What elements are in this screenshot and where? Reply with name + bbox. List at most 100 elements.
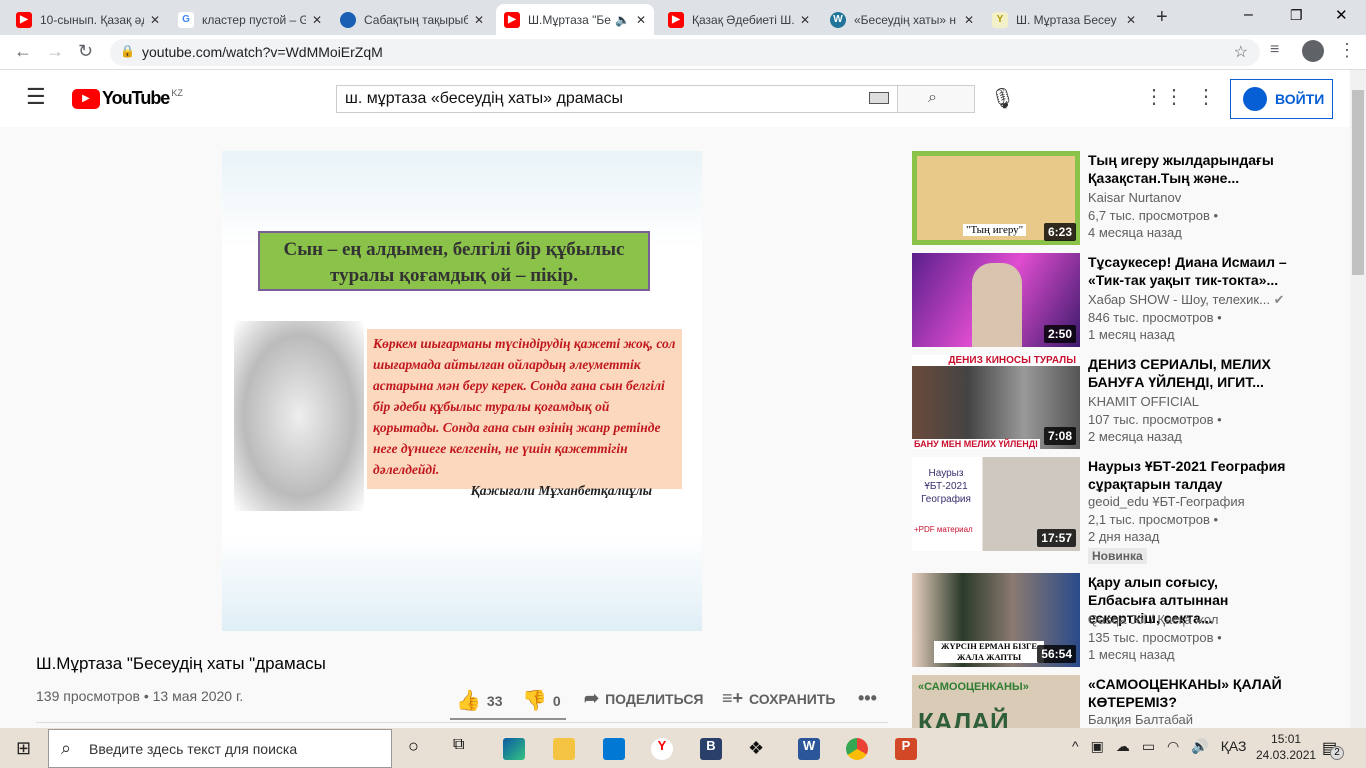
rec-channel[interactable]: Kaisar Nurtanov [1088, 189, 1181, 207]
rec-title[interactable]: ДЕНИЗ СЕРИАЛЫ, МЕЛИХ БАНУҒА ҮЙЛЕНДІ, ИГИ… [1088, 355, 1288, 391]
lock-icon: 🔒 [120, 44, 135, 58]
profile-icon[interactable] [1302, 40, 1324, 62]
share-button[interactable]: ➦ ПОДЕЛИТЬСЯ [584, 688, 704, 709]
tab[interactable]: Gкластер пустой – Google✕ [170, 4, 330, 35]
clock[interactable]: 15:01 24.03.2021 [1256, 731, 1316, 763]
task-view-icon[interactable]: ○ [408, 736, 419, 757]
add-to-playlist-icon: ≡+ [722, 688, 744, 708]
recommended-video[interactable]: ЖҮРСІН ЕРМАН БІЗГЕ ЖАЛА ЖАПТЫ 56:54 Қару … [912, 573, 1352, 673]
rec-channel[interactable]: Хабар SHOW - Шоу, телехик... ✔ [1088, 291, 1285, 309]
timeline-icon[interactable]: ⧉ [453, 736, 464, 754]
apps-grid-icon[interactable]: ⋮⋮ [1144, 84, 1184, 109]
rec-title[interactable]: Наурыз ҰБТ-2021 География сұрақтарын тал… [1088, 457, 1288, 493]
tab[interactable]: W «Бесеудің хаты» н ✕ [822, 4, 982, 35]
menu-icon[interactable]: ⋮ [1338, 40, 1356, 61]
video-thumbnail[interactable]: ЖҮРСІН ЕРМАН БІЗГЕ ЖАЛА ЖАПТЫ 56:54 [912, 573, 1080, 667]
rec-title[interactable]: Тың игеру жылдарындағы Қазақстан.Тың жән… [1088, 151, 1288, 187]
video-thumbnail[interactable]: ДЕНИЗ КИНОСЫ ТУРАЛЫ БАНУ МЕН МЕЛИХ ҮЙЛЕНД… [912, 355, 1080, 449]
tab-bar: ▶10-сынып. Қазақ әдебиеті✕ Gкластер пуст… [0, 0, 1366, 35]
wifi-icon[interactable]: ◠ [1167, 738, 1179, 755]
recommended-video[interactable]: 2:50 Тұсаукесер! Диана Исмаил – «Тик-так… [912, 253, 1352, 353]
share-icon: ➦ [584, 688, 600, 708]
recommended-video[interactable]: Наурыз ҰБТ-2021 География +PDF материал 17… [912, 457, 1352, 569]
volume-icon[interactable]: 🔊 [1191, 738, 1208, 755]
close-tab-icon[interactable]: ✕ [1126, 13, 1136, 27]
dislike-button[interactable]: 👎 0 [522, 688, 561, 713]
youtube-icon: ▶ [16, 11, 32, 28]
rec-title[interactable]: «САМООЦЕНКАНЫ» ҚАЛАЙ КӨТЕРЕМІЗ? [1088, 675, 1288, 711]
youtube-icon: ▶ [504, 11, 520, 28]
search-button[interactable]: ⌕ [897, 85, 975, 113]
site-icon: Y [992, 11, 1008, 28]
scrollbar-thumb[interactable] [1352, 90, 1364, 275]
notifications-icon[interactable]: ▤ 2 [1322, 738, 1344, 760]
powerpoint-icon[interactable]: P [895, 738, 917, 760]
new-tab-button[interactable]: + [1156, 6, 1168, 29]
close-window-button[interactable]: ✕ [1335, 6, 1348, 24]
tab[interactable]: Сабақтың тақырыбы ✕ [332, 4, 492, 35]
mail-icon[interactable] [603, 738, 625, 760]
address-bar[interactable]: 🔒 youtube.com/watch?v=WdMMoiErZqM ☆ [110, 39, 1260, 66]
back-button[interactable]: ← [14, 41, 32, 62]
video-thumbnail[interactable]: «САМООЦЕНКАНЫ» ҚАЛАЙ [912, 675, 1080, 728]
audio-playing-icon[interactable]: 🔈 [615, 13, 630, 27]
keyboard-icon[interactable] [869, 92, 889, 104]
login-button[interactable]: ВОЙТИ [1230, 79, 1333, 119]
tab[interactable]: ▶ Қазақ Әдебиеті Ш. ✕ [660, 4, 818, 35]
video-thumbnail[interactable]: "Тың игеру" 6:23 [912, 151, 1080, 245]
edge-icon[interactable] [503, 738, 525, 760]
rec-channel[interactable]: Балқия Балтабай [1088, 711, 1193, 728]
search-icon: ⌕ [61, 738, 72, 758]
close-tab-icon[interactable]: ✕ [150, 13, 160, 27]
show-hidden-icons[interactable]: ^ [1072, 738, 1079, 755]
recommended-video[interactable]: «САМООЦЕНКАНЫ» ҚАЛАЙ «САМООЦЕНКАНЫ» ҚАЛАЙ… [912, 675, 1352, 728]
chrome-icon[interactable] [846, 738, 868, 760]
camera-icon[interactable]: ▣ [1091, 738, 1104, 755]
recommended-video[interactable]: ДЕНИЗ КИНОСЫ ТУРАЛЫ БАНУ МЕН МЕЛИХ ҮЙЛЕНД… [912, 355, 1352, 455]
onedrive-icon[interactable]: ☁ [1116, 738, 1130, 755]
taskbar-search[interactable]: ⌕ Введите здесь текст для поиска [48, 729, 392, 768]
rec-channel[interactable]: Qasqa Jol / Қасқа жол [1088, 611, 1218, 629]
tab[interactable]: Y Ш. Мұртаза Бесеу ✕ [984, 4, 1144, 35]
windows-start-icon[interactable]: ⊞ [16, 738, 31, 759]
hamburger-menu-icon[interactable]: ☰ [26, 84, 46, 110]
close-tab-icon[interactable]: ✕ [474, 13, 484, 27]
like-button[interactable]: 👍 33 [456, 688, 502, 713]
settings-menu-icon[interactable]: ⋮ [1196, 84, 1216, 109]
media-control-icon[interactable]: ≡ [1270, 41, 1279, 59]
search-input[interactable]: ш. мұртаза «бесеудің хаты» драмасы [336, 85, 898, 113]
rec-channel[interactable]: geoid_edu ҰБТ-География [1088, 493, 1245, 511]
wordpress-icon: W [830, 11, 846, 28]
word-icon[interactable]: W [798, 738, 820, 760]
close-tab-icon[interactable]: ✕ [636, 13, 646, 27]
bookmark-star-icon[interactable]: ☆ [1234, 42, 1248, 62]
reload-button[interactable]: ↻ [78, 41, 93, 62]
app-b-icon[interactable]: B [700, 738, 722, 760]
thumbs-down-icon: 👎 [522, 690, 547, 712]
new-badge: Новинка [1088, 548, 1147, 564]
minimize-button[interactable]: – [1244, 6, 1253, 24]
close-tab-icon[interactable]: ✕ [800, 13, 810, 27]
video-thumbnail[interactable]: Наурыз ҰБТ-2021 География +PDF материал 17… [912, 457, 1080, 551]
file-explorer-icon[interactable] [553, 738, 575, 760]
rec-channel[interactable]: KHAMIT OFFICIAL [1088, 393, 1199, 411]
microphone-icon[interactable]: 🎙 [990, 86, 1015, 111]
yandex-icon[interactable]: Y [651, 738, 673, 760]
forward-button[interactable]: → [46, 41, 64, 62]
restore-button[interactable]: ❐ [1290, 7, 1303, 24]
video-meta: 139 просмотров • 13 мая 2020 г. [36, 688, 244, 704]
rec-title[interactable]: Тұсаукесер! Диана Исмаил – «Тик-так уақы… [1088, 253, 1288, 289]
language-indicator[interactable]: ҚАЗ [1221, 738, 1247, 755]
close-tab-icon[interactable]: ✕ [312, 13, 322, 27]
close-tab-icon[interactable]: ✕ [964, 13, 974, 27]
more-actions-icon[interactable]: ••• [858, 688, 877, 709]
tab-active[interactable]: ▶Ш.Мұртаза "Бесеудің🔈✕ [496, 4, 654, 35]
youtube-logo[interactable]: ▶ YouTube KZ [72, 88, 183, 109]
tab[interactable]: ▶10-сынып. Қазақ әдебиеті✕ [8, 4, 168, 35]
save-button[interactable]: ≡+ СОХРАНИТЬ [722, 688, 835, 709]
battery-icon[interactable]: ▭ [1142, 738, 1155, 755]
recommended-video[interactable]: "Тың игеру" 6:23 Тың игеру жылдарындағы Қ… [912, 151, 1352, 251]
dropbox-icon[interactable]: ❖ [748, 738, 770, 760]
video-player[interactable]: Сын – ең алдымен, белгілі бір құбылыс ту… [222, 151, 702, 631]
video-thumbnail[interactable]: 2:50 [912, 253, 1080, 347]
